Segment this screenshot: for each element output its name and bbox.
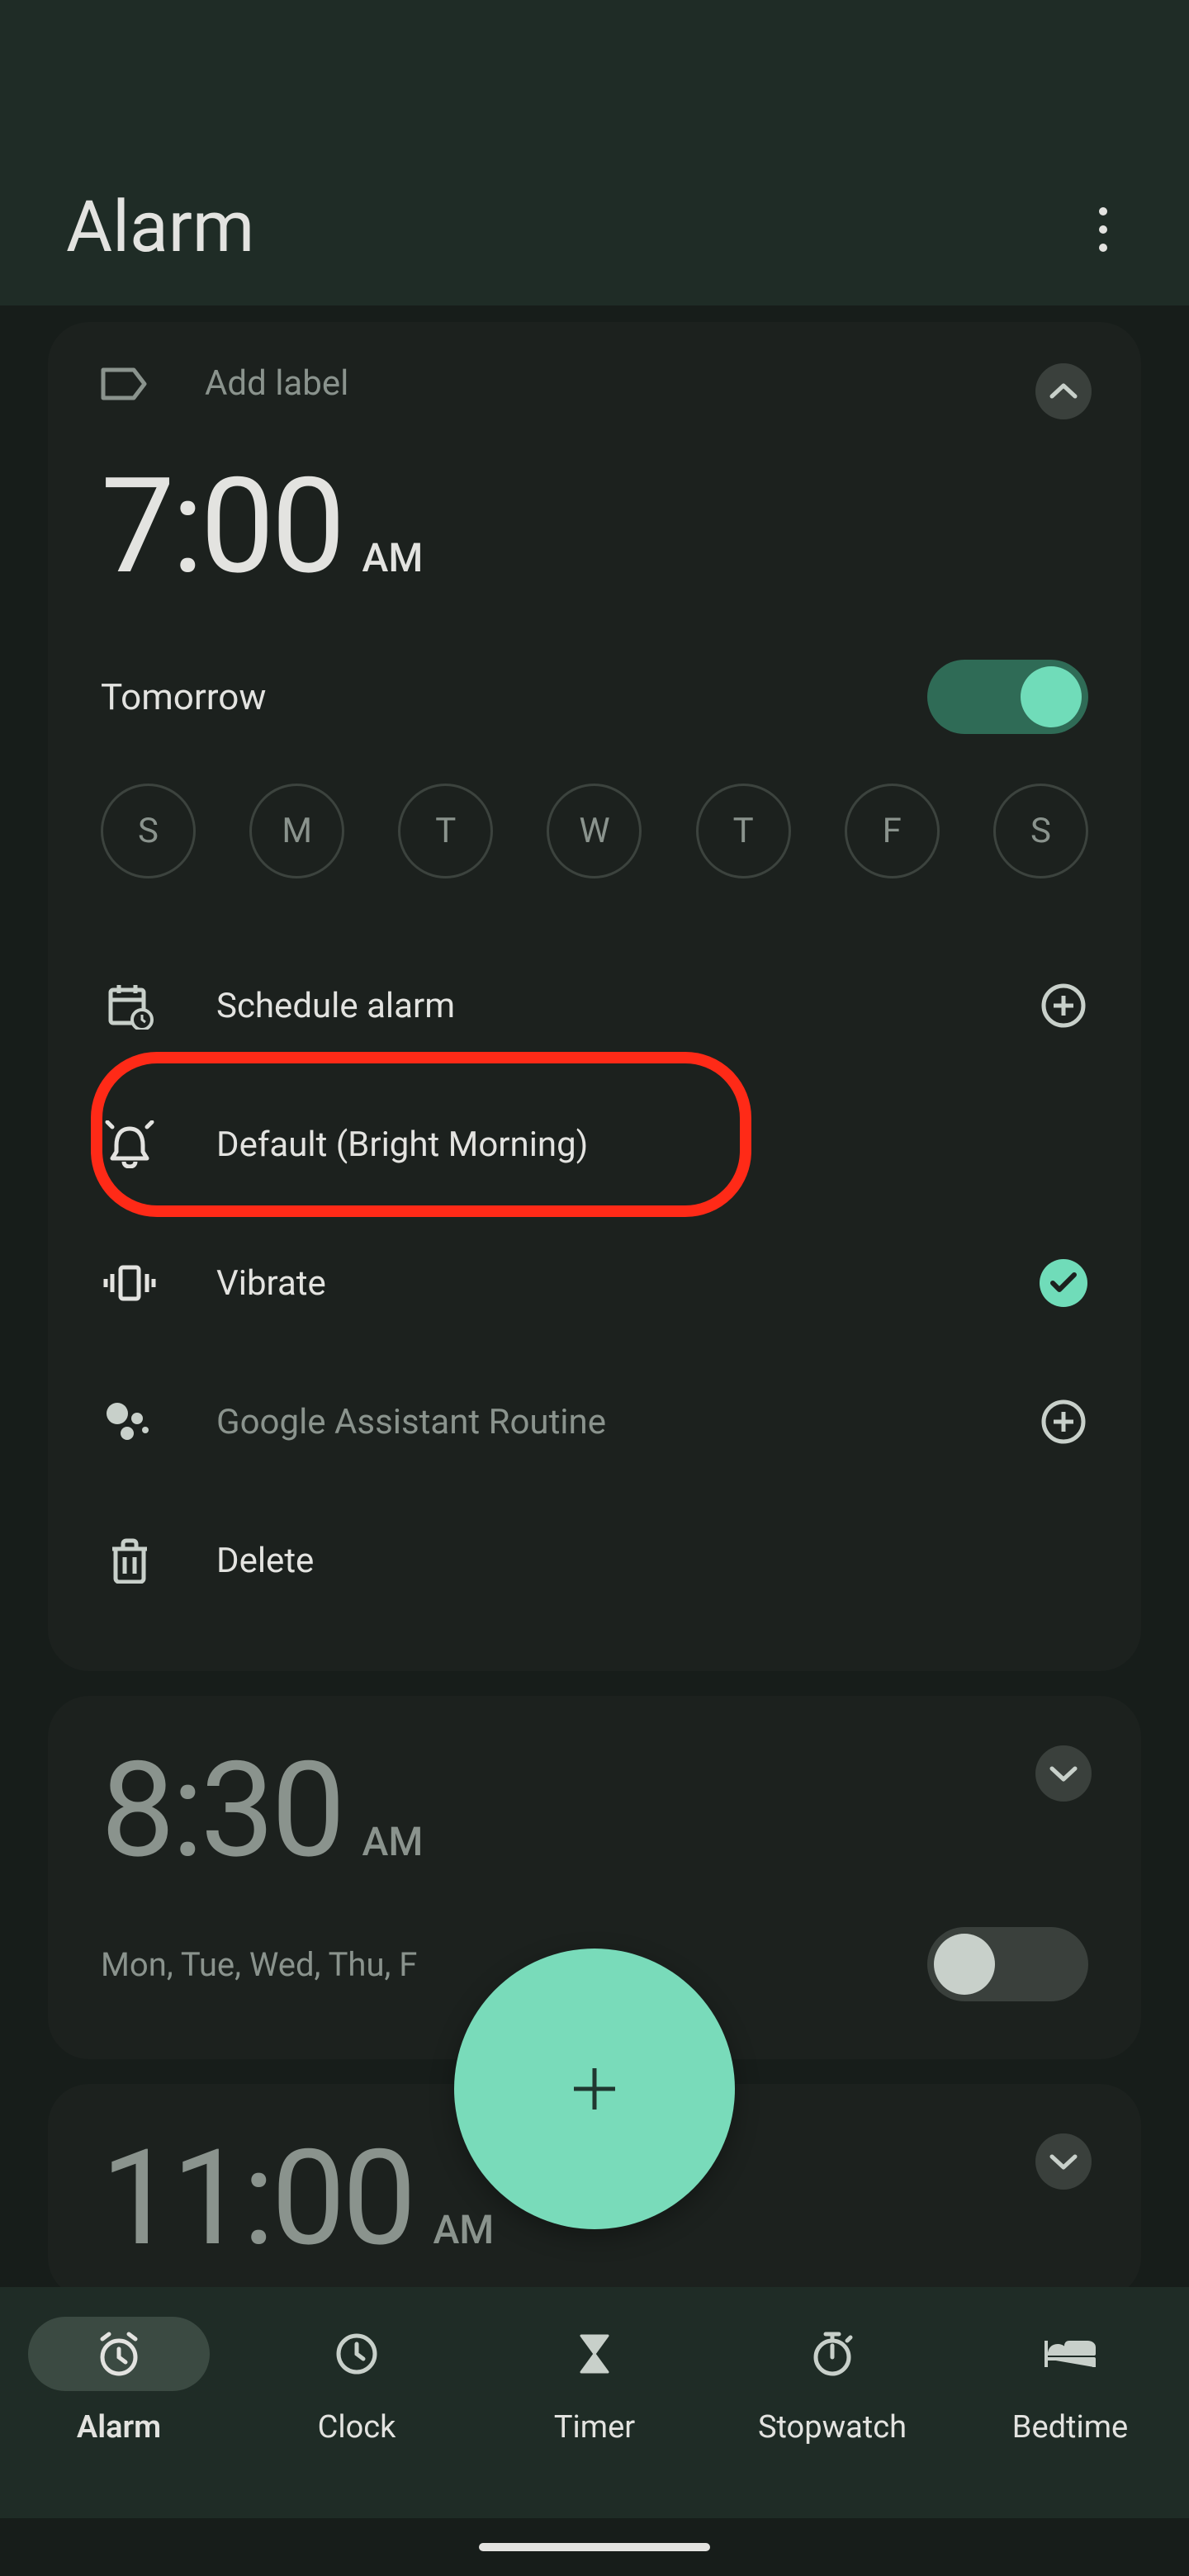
alarm-time-value: 7:00 <box>101 462 343 594</box>
vibrate-icon <box>101 1262 159 1304</box>
label-icon <box>101 367 147 400</box>
alarm-time-value: 11:00 <box>101 2133 413 2266</box>
nav-alarm[interactable]: Alarm <box>0 2317 238 2446</box>
alarm-ampm: AM <box>433 2206 494 2253</box>
day-sat[interactable]: S <box>993 784 1088 878</box>
assistant-icon <box>101 1400 159 1443</box>
trash-icon <box>101 1537 159 1584</box>
more-options-button[interactable] <box>1083 207 1123 268</box>
schedule-add-button[interactable] <box>1039 981 1088 1030</box>
nav-clock-label: Clock <box>318 2409 396 2446</box>
delete-label: Delete <box>216 1541 1088 1581</box>
chevron-down-icon <box>1049 1764 1078 1783</box>
nav-bedtime-label: Bedtime <box>1012 2409 1128 2446</box>
vibrate-label: Vibrate <box>216 1263 981 1304</box>
alarm-schedule-text: Mon, Tue, Wed, Thu, F <box>101 1945 417 1984</box>
day-mon[interactable]: M <box>249 784 344 878</box>
expand-button[interactable] <box>1035 2133 1092 2190</box>
alarm-enable-toggle[interactable] <box>927 1927 1088 2001</box>
nav-bedtime[interactable]: Bedtime <box>951 2317 1189 2446</box>
app-header: Alarm <box>0 0 1189 305</box>
plus-circle-icon <box>1040 1399 1087 1445</box>
assistant-label: Google Assistant Routine <box>216 1402 981 1442</box>
schedule-alarm-row[interactable]: Schedule alarm <box>101 936 1088 1075</box>
day-fri[interactable]: F <box>845 784 940 878</box>
check-icon <box>1040 1259 1087 1307</box>
alarm-sound-row[interactable]: Default (Bright Morning) <box>101 1075 1088 1214</box>
chevron-down-icon <box>1049 2152 1078 2171</box>
stopwatch-icon <box>741 2317 923 2391</box>
alarm-sound-label: Default (Bright Morning) <box>216 1125 1088 1165</box>
expand-button[interactable] <box>1035 1745 1092 1802</box>
alarm-bell-icon <box>101 1120 159 1168</box>
page-title: Alarm <box>66 185 254 268</box>
clock-icon <box>266 2317 448 2391</box>
alarm-icon <box>28 2317 210 2391</box>
plus-icon <box>566 2060 623 2118</box>
alarm-time[interactable]: 7:00 AM <box>101 462 1088 594</box>
vibrate-check <box>1039 1258 1088 1308</box>
schedule-alarm-label: Schedule alarm <box>216 986 981 1026</box>
day-sun[interactable]: S <box>101 784 196 878</box>
bottom-nav: Alarm Clock Timer Stopwatch Bedtime <box>0 2287 1189 2518</box>
calendar-clock-icon <box>101 982 159 1030</box>
home-indicator[interactable] <box>479 2543 710 2551</box>
chevron-up-icon <box>1049 382 1078 400</box>
nav-timer-label: Timer <box>554 2409 635 2446</box>
bed-icon <box>979 2317 1161 2391</box>
plus-circle-icon <box>1040 983 1087 1029</box>
nav-timer[interactable]: Timer <box>476 2317 713 2446</box>
delete-row[interactable]: Delete <box>101 1491 1088 1630</box>
day-picker: S M T W T F S <box>101 784 1088 878</box>
nav-alarm-label: Alarm <box>77 2409 161 2446</box>
alarm-ampm: AM <box>362 534 424 581</box>
alarm-ampm: AM <box>362 1818 424 1865</box>
nav-stopwatch[interactable]: Stopwatch <box>713 2317 951 2446</box>
hourglass-icon <box>504 2317 685 2391</box>
alarm-time-value: 8:30 <box>101 1745 343 1878</box>
alarm-enable-toggle[interactable] <box>927 660 1088 734</box>
collapse-button[interactable] <box>1035 363 1092 419</box>
add-alarm-button[interactable] <box>454 1949 735 2229</box>
assistant-row[interactable]: Google Assistant Routine <box>101 1352 1088 1491</box>
day-thu[interactable]: T <box>696 784 791 878</box>
alarm-label-row[interactable]: Add label <box>101 363 1088 404</box>
nav-clock[interactable]: Clock <box>238 2317 476 2446</box>
day-wed[interactable]: W <box>547 784 642 878</box>
assistant-add-button[interactable] <box>1039 1397 1088 1447</box>
alarm-label-placeholder: Add label <box>205 363 348 404</box>
alarm-schedule-text: Tomorrow <box>101 675 266 718</box>
day-tue[interactable]: T <box>398 784 493 878</box>
nav-stopwatch-label: Stopwatch <box>758 2409 907 2446</box>
vibrate-row[interactable]: Vibrate <box>101 1214 1088 1352</box>
alarm-card-expanded: Add label 7:00 AM Tomorrow S M T W T F S <box>48 322 1141 1671</box>
